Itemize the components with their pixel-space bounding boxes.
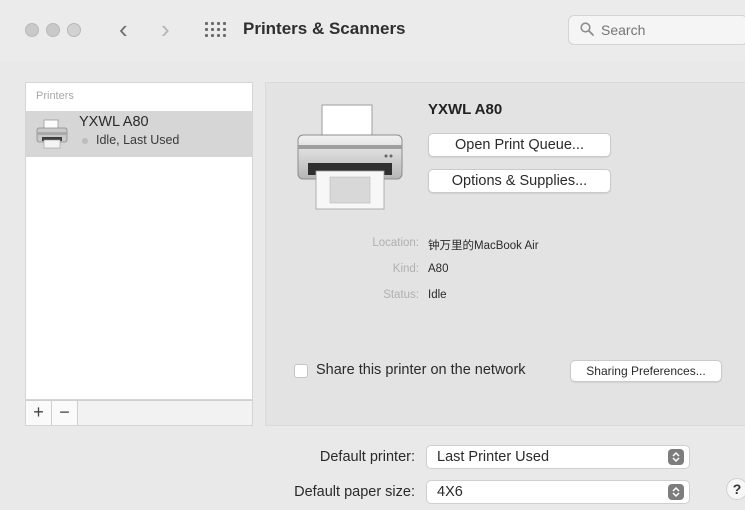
open-print-queue-button[interactable]: Open Print Queue... [428, 133, 611, 157]
status-value: Idle [428, 289, 447, 301]
help-button[interactable]: ? [726, 478, 745, 500]
sharing-preferences-button[interactable]: Sharing Preferences... [570, 360, 722, 382]
share-printer-checkbox[interactable] [294, 364, 308, 378]
add-printer-button[interactable]: + [26, 401, 52, 425]
status-label: Status: [383, 289, 419, 301]
search-field[interactable] [568, 15, 745, 45]
forward-button[interactable]: › [161, 14, 170, 44]
status-indicator [82, 138, 88, 144]
share-printer-label[interactable]: Share this printer on the network [316, 362, 526, 378]
printer-icon [36, 119, 68, 149]
window-title: Printers & Scanners [243, 19, 406, 38]
add-remove-bar: + − [25, 400, 253, 426]
options-supplies-button[interactable]: Options & Supplies... [428, 169, 611, 193]
printer-detail-panel: YXWL A80 Open Print Queue... Options & S… [265, 82, 745, 426]
remove-printer-button[interactable]: − [52, 401, 78, 425]
printer-name: YXWL A80 [79, 114, 149, 130]
close-window-button[interactable] [25, 23, 39, 37]
default-paper-size-label: Default paper size: [294, 484, 415, 500]
updown-arrows-icon [668, 449, 684, 465]
location-value: 钟万里的MacBook Air [428, 240, 539, 252]
list-item[interactable]: YXWL A80 Idle, Last Used [26, 111, 252, 157]
kind-value: A80 [428, 263, 449, 275]
printer-title: YXWL A80 [428, 101, 503, 118]
printers-list-header: Printers [36, 90, 74, 102]
zoom-window-button[interactable] [67, 23, 81, 37]
search-icon [580, 22, 594, 36]
minimize-window-button[interactable] [46, 23, 60, 37]
default-paper-size-value: 4X6 [437, 484, 463, 500]
default-paper-size-select[interactable]: 4X6 [426, 480, 690, 504]
kind-label: Kind: [392, 263, 419, 275]
default-printer-select[interactable]: Last Printer Used [426, 445, 690, 469]
grid-icon[interactable] [205, 22, 226, 38]
back-button[interactable]: ‹ [119, 14, 128, 44]
location-label: Location: [372, 237, 419, 249]
updown-arrows-icon [668, 484, 684, 500]
default-printer-label: Default printer: [319, 449, 415, 465]
printer-icon [297, 104, 403, 210]
toolbar: ‹ › Printers & Scanners [0, 0, 745, 62]
search-input[interactable] [601, 20, 741, 40]
printer-status: Idle, Last Used [96, 133, 180, 147]
printers-list: Printers YXWL A80 Idle, Last Used [25, 82, 253, 400]
default-printer-value: Last Printer Used [437, 449, 550, 465]
